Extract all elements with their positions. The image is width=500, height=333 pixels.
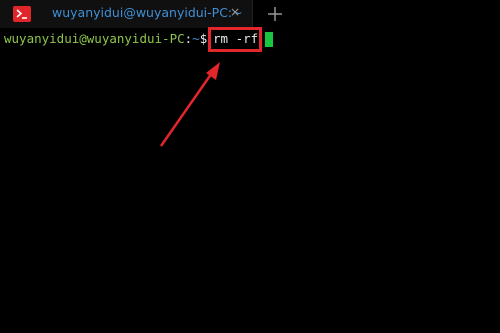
terminal-window: wuyanyidui@wuyanyidui-PC:~ × wuyanyidui@… <box>0 0 500 333</box>
terminal-icon <box>13 6 31 22</box>
tab-terminal[interactable]: wuyanyidui@wuyanyidui-PC:~ × <box>0 0 253 28</box>
tab-bar: wuyanyidui@wuyanyidui-PC:~ × <box>0 0 500 28</box>
terminal-cursor <box>265 32 273 47</box>
tab-title: wuyanyidui@wuyanyidui-PC:~ <box>52 5 243 20</box>
close-icon[interactable]: × <box>230 5 240 19</box>
prompt-user: wuyanyidui@wuyanyidui-PC <box>4 31 185 46</box>
prompt-line: wuyanyidui@wuyanyidui-PC:~$ <box>4 31 215 47</box>
plus-icon[interactable] <box>265 4 285 24</box>
annotation-highlight-box <box>208 27 262 52</box>
prompt-path: ~ <box>192 31 200 46</box>
annotation-arrow <box>159 62 220 147</box>
